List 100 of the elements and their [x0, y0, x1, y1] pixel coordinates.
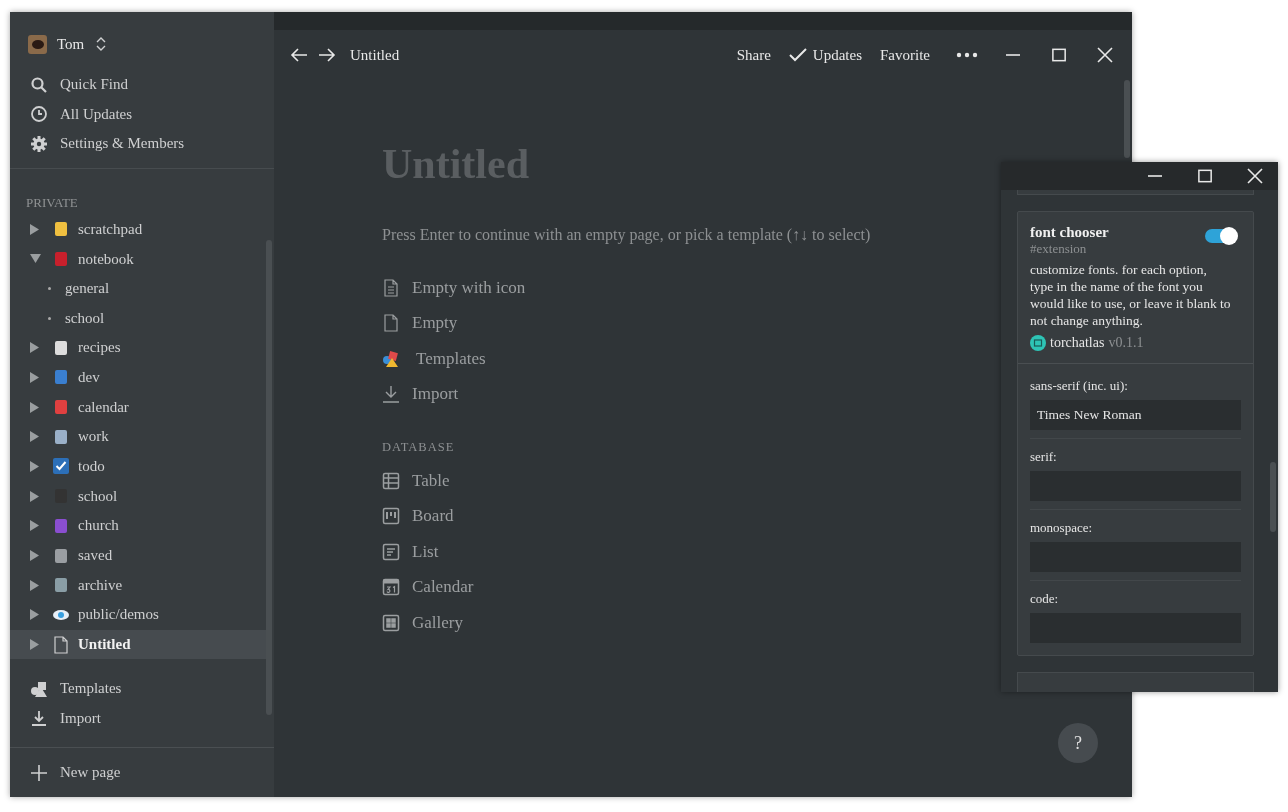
- caret-right-icon: [30, 431, 40, 443]
- settings-icon: [30, 134, 48, 153]
- workspace-name[interactable]: Tom: [57, 35, 85, 53]
- shapes-icon: [30, 679, 48, 698]
- section-heading: PRIVATE: [25, 194, 79, 212]
- emoji-icon: [52, 427, 70, 446]
- emoji-icon: [52, 576, 70, 595]
- caret-right-icon: [30, 223, 40, 235]
- hint-text: Press Enter to continue with an empty page, or pick a template (↑↓ to select): [382, 226, 871, 244]
- maximize-icon: [1050, 46, 1068, 64]
- emoji-icon: [52, 368, 70, 387]
- sidebar-subpage-item[interactable]: general: [10, 273, 274, 304]
- sidebar-menu-item[interactable]: Templates: [10, 674, 274, 704]
- sidebar-subpage-item[interactable]: school: [10, 303, 274, 333]
- sidebar-page-item[interactable]: scratchpad: [10, 214, 266, 245]
- checkbox-icon: [52, 457, 70, 476]
- sidebar-page-item[interactable]: public/demos: [10, 600, 266, 630]
- caret-right-icon: [30, 609, 40, 621]
- caret-right-icon: [30, 371, 40, 383]
- caret-down-icon: [30, 254, 41, 265]
- template-option[interactable]: Empty with icon: [382, 270, 526, 306]
- field-label: serif:: [1030, 449, 1058, 465]
- template-option[interactable]: Templates: [382, 341, 486, 377]
- clock-icon: [30, 105, 48, 124]
- database-option[interactable]: Board: [382, 498, 454, 534]
- input-field[interactable]: Times New Roman: [1030, 400, 1241, 430]
- forward-arrow-icon: [318, 46, 336, 64]
- list-icon: [382, 542, 400, 561]
- emoji-icon: [52, 398, 70, 417]
- page-icon: [52, 635, 70, 654]
- gallery-icon: [382, 613, 400, 632]
- breadcrumb[interactable]: Untitled: [350, 46, 400, 64]
- emoji-icon: [52, 516, 70, 535]
- database-option[interactable]: Table: [382, 463, 450, 499]
- table-icon: [382, 471, 400, 490]
- author-name[interactable]: torchatlas: [1050, 335, 1105, 351]
- help-button[interactable]: ?: [1058, 723, 1098, 763]
- database-option[interactable]: Gallery: [382, 605, 463, 641]
- check-icon: [788, 46, 807, 64]
- section-heading: DATABASE: [382, 440, 456, 455]
- extension-tag: #extension: [1030, 241, 1087, 257]
- version-text: v0.1.1: [1108, 335, 1144, 351]
- minimize-icon: [1006, 54, 1020, 56]
- sidebar-page-item[interactable]: school: [10, 481, 266, 511]
- close-icon: [1096, 46, 1114, 64]
- minimize-icon: [1148, 175, 1162, 177]
- sidebar-menu-item[interactable]: Settings & Members: [10, 129, 274, 159]
- database-option[interactable]: Calendar: [382, 569, 474, 605]
- field-label: monospace:: [1030, 520, 1094, 536]
- topbar-action-button[interactable]: Updates: [784, 46, 866, 64]
- database-option[interactable]: List: [382, 534, 439, 570]
- emoji-icon: [52, 250, 70, 269]
- page-icon: [382, 314, 400, 333]
- caret-right-icon: [30, 550, 40, 562]
- close-icon: [1246, 167, 1264, 185]
- sidebar-page-item[interactable]: work: [10, 421, 266, 452]
- search-icon: [30, 75, 48, 94]
- emoji-icon: [52, 338, 70, 357]
- sidebar-page-item[interactable]: notebook: [10, 244, 266, 274]
- board-icon: [382, 507, 400, 526]
- sidebar-page-item[interactable]: archive: [10, 570, 266, 601]
- sidebar-menu-item[interactable]: All Updates: [10, 99, 274, 129]
- sidebar-page-item[interactable]: todo: [10, 451, 266, 482]
- caret-right-icon: [30, 520, 40, 532]
- download-icon: [382, 385, 400, 404]
- toggle-switch[interactable]: [1205, 229, 1237, 243]
- sidebar-menu-item[interactable]: Import: [10, 703, 274, 733]
- caret-right-icon: [30, 579, 40, 591]
- template-option[interactable]: Empty: [382, 305, 458, 341]
- extension-description: customize fonts. for each option, type in the name of the font you would like to use, or leave it blank to not change anything.: [1030, 261, 1232, 329]
- sidebar-page-item[interactable]: saved: [10, 540, 266, 571]
- plus-icon: [30, 763, 48, 782]
- extension-name: font chooser: [1030, 224, 1109, 241]
- avatar: [28, 34, 47, 54]
- emoji-icon: [52, 546, 70, 565]
- sidebar-page-item[interactable]: dev: [10, 362, 266, 393]
- calendar-icon: [382, 578, 400, 597]
- field-label: sans-serif (inc. ui):: [1030, 378, 1129, 394]
- document-icon: [382, 278, 400, 297]
- sidebar-page-item[interactable]: Untitled: [10, 629, 266, 660]
- scrollbar[interactable]: [1124, 80, 1130, 158]
- caret-right-icon: [30, 342, 40, 354]
- caret-right-icon: [30, 460, 40, 472]
- download-icon: [30, 709, 48, 728]
- emoji-icon: [52, 220, 70, 239]
- sidebar-page-item[interactable]: recipes: [10, 332, 266, 363]
- topbar-action-button[interactable]: Favorite: [876, 46, 934, 64]
- caret-right-icon: [30, 639, 40, 651]
- caret-right-icon: [30, 490, 40, 502]
- scrollbar[interactable]: [1270, 462, 1276, 532]
- maximize-icon: [1196, 167, 1214, 185]
- caret-right-icon: [30, 401, 40, 413]
- back-arrow-icon: [290, 46, 308, 64]
- author-avatar-icon: [1030, 335, 1046, 351]
- sidebar-menu-item[interactable]: Quick Find: [10, 70, 274, 100]
- field-label: code:: [1030, 591, 1060, 607]
- sidebar-page-item[interactable]: church: [10, 511, 266, 541]
- sidebar-page-item[interactable]: calendar: [10, 392, 266, 422]
- topbar-action-button[interactable]: Share: [732, 46, 775, 64]
- template-option[interactable]: Import: [382, 376, 459, 412]
